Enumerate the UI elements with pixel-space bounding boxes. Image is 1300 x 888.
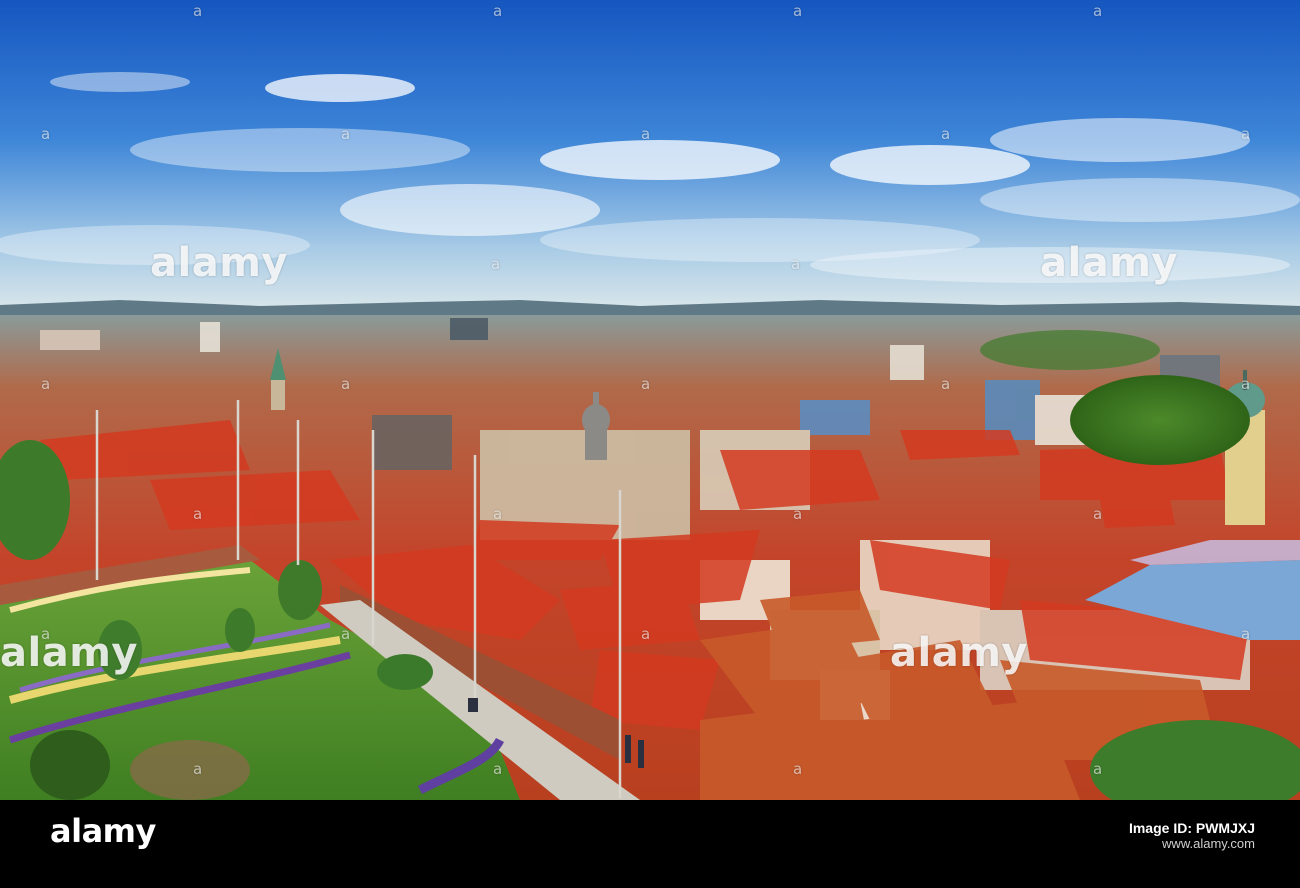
watermark-mark: a bbox=[793, 505, 803, 523]
watermark-logo-right: alamy bbox=[1040, 240, 1178, 286]
watermark-mark: a bbox=[193, 2, 203, 20]
footer-brand-logo[interactable]: alamy bbox=[50, 812, 156, 850]
stock-photo-stage: alamy alamy alamy alamy a a a a a a a a … bbox=[0, 0, 1300, 888]
watermark-mark: a bbox=[641, 125, 651, 143]
watermark-mark: a bbox=[193, 760, 203, 778]
watermark-mark: a bbox=[41, 625, 51, 643]
watermark-logo-center: alamy bbox=[890, 630, 1028, 676]
watermark-logo-left: alamy bbox=[150, 240, 288, 286]
watermark-mark: a bbox=[493, 760, 503, 778]
watermark-mark: a bbox=[941, 375, 951, 393]
watermark-mark: a bbox=[1093, 760, 1103, 778]
graz-cityscape-photo bbox=[0, 0, 1300, 800]
watermark-mark: a bbox=[793, 760, 803, 778]
watermark-mark: a bbox=[493, 505, 503, 523]
watermark-mark: a bbox=[341, 375, 351, 393]
watermark-logo-bottom-left: alamy bbox=[0, 630, 138, 676]
watermark-mark: a bbox=[641, 375, 651, 393]
watermark-mark: a bbox=[341, 125, 351, 143]
trees-right bbox=[1070, 375, 1250, 465]
watermark-mark: a bbox=[941, 125, 951, 143]
watermark-mark: a bbox=[193, 505, 203, 523]
image-id-text: Image ID: PWMJXJ bbox=[1128, 820, 1255, 836]
watermark-mark: a bbox=[791, 255, 801, 273]
watermark-mark: a bbox=[1093, 2, 1103, 20]
watermark-mark: a bbox=[41, 125, 51, 143]
watermark-mark: a bbox=[1241, 625, 1251, 643]
stock-footer-bar bbox=[0, 800, 1300, 888]
watermark-mark: a bbox=[1241, 375, 1251, 393]
watermark-mark: a bbox=[41, 375, 51, 393]
watermark-mark: a bbox=[641, 625, 651, 643]
watermark-mark: a bbox=[793, 2, 803, 20]
watermark-mark: a bbox=[493, 2, 503, 20]
watermark-mark: a bbox=[1093, 505, 1103, 523]
watermark-mark: a bbox=[341, 625, 351, 643]
watermark-mark: a bbox=[491, 255, 501, 273]
footer-url-link[interactable]: www.alamy.com bbox=[1129, 836, 1255, 851]
watermark-mark: a bbox=[1241, 125, 1251, 143]
footer-info: Image ID: PWMJXJ www.alamy.com bbox=[1129, 820, 1255, 851]
